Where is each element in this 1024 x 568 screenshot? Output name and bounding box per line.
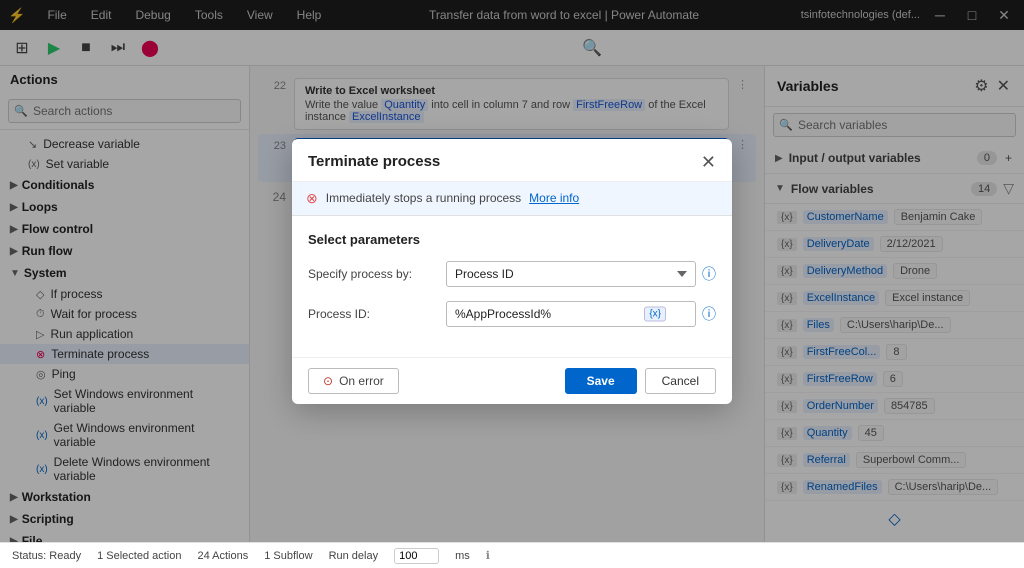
specify-process-info-icon[interactable]: ⓘ (702, 264, 716, 284)
modal-section-title: Select parameters (308, 232, 716, 247)
selected-action-count: 1 Selected action (97, 550, 181, 562)
run-delay-label: Run delay (329, 550, 379, 562)
terminate-process-modal: Terminate process ✕ ⊗ Immediately stops … (292, 139, 732, 404)
form-row-process-id: Process ID: {x} ⓘ (308, 301, 716, 327)
delay-unit: ms (455, 550, 470, 562)
modal-action-buttons: Save Cancel (565, 368, 716, 394)
info-icon: ℹ (486, 549, 490, 562)
process-id-label: Process ID: (308, 307, 438, 321)
var-picker-button[interactable]: {x} (644, 306, 666, 321)
status-bar: Status: Ready 1 Selected action 24 Actio… (0, 542, 1024, 568)
on-error-icon: ⊙ (323, 374, 333, 388)
subflow-count: 1 Subflow (264, 550, 312, 562)
modal-title: Terminate process (308, 153, 440, 170)
specify-process-label: Specify process by: (308, 267, 438, 281)
more-info-link[interactable]: More info (529, 191, 579, 205)
modal-close-button[interactable]: ✕ (701, 153, 716, 171)
run-delay-input[interactable] (394, 548, 439, 564)
save-button[interactable]: Save (565, 368, 637, 394)
modal-body: Select parameters Specify process by: Pr… (292, 216, 732, 357)
cancel-button[interactable]: Cancel (645, 368, 716, 394)
modal-overlay: Terminate process ✕ ⊗ Immediately stops … (0, 0, 1024, 542)
actions-count: 24 Actions (197, 550, 248, 562)
process-id-control: {x} ⓘ (446, 301, 716, 327)
process-id-info-icon[interactable]: ⓘ (702, 304, 716, 324)
modal-footer: ⊙ On error Save Cancel (292, 357, 732, 404)
form-row-specify-process: Specify process by: Process ID Process n… (308, 261, 716, 287)
specify-process-control: Process ID Process name ⓘ (446, 261, 716, 287)
modal-info-bar: ⊗ Immediately stops a running process Mo… (292, 182, 732, 216)
status-ready: Status: Ready (12, 550, 81, 562)
on-error-button[interactable]: ⊙ On error (308, 368, 399, 394)
modal-info-text: Immediately stops a running process (326, 191, 521, 205)
stop-circle-icon: ⊗ (306, 190, 318, 207)
specify-process-select[interactable]: Process ID Process name (446, 261, 696, 287)
modal-header: Terminate process ✕ (292, 139, 732, 182)
